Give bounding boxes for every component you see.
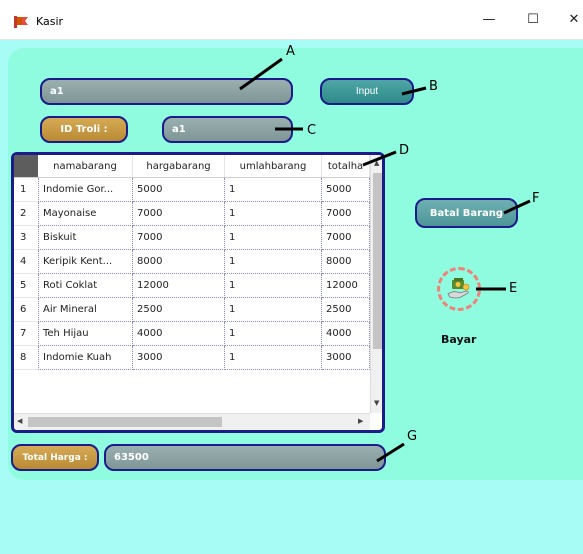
batal-barang-button[interactable]: Batal Barang xyxy=(415,198,518,228)
scroll-right-icon[interactable]: ▶ xyxy=(358,417,363,425)
table-row[interactable]: 6 Air Mineral 2500 1 2500 xyxy=(14,298,370,322)
table-cell[interactable]: 2500 xyxy=(322,298,370,322)
barang-input-field[interactable]: a1 xyxy=(40,78,293,105)
bayar-label: Bayar xyxy=(441,333,477,346)
row-number[interactable]: 6 xyxy=(14,298,38,322)
annotation-label-c: C xyxy=(307,123,317,138)
annotation-label-f: F xyxy=(532,191,540,206)
table-corner[interactable] xyxy=(14,155,38,177)
maximize-button[interactable]: ☐ xyxy=(518,10,548,30)
table-cell[interactable]: 3000 xyxy=(133,346,225,370)
bayar-button[interactable] xyxy=(437,267,481,311)
table-cell[interactable]: Indomie Kuah xyxy=(38,346,133,370)
table-cell[interactable]: 1 xyxy=(225,226,322,250)
table-cell[interactable]: Roti Coklat xyxy=(38,274,133,298)
annotation-label-g: G xyxy=(407,429,418,444)
annotation-label-a: A xyxy=(286,44,295,59)
row-number[interactable]: 7 xyxy=(14,322,38,346)
table-header: namabarang hargabarang umlahbarang total… xyxy=(14,155,370,178)
minimize-button[interactable]: — xyxy=(474,10,504,30)
row-number[interactable]: 2 xyxy=(14,202,38,226)
table-cell[interactable]: 7000 xyxy=(133,226,225,250)
table-cell[interactable]: Keripik Kent... xyxy=(38,250,133,274)
table-cell[interactable]: 4000 xyxy=(133,322,225,346)
table-cell[interactable]: 7000 xyxy=(322,226,370,250)
table-cell[interactable]: 2500 xyxy=(133,298,225,322)
close-button[interactable]: ✕ xyxy=(559,10,583,30)
input-button[interactable]: Input xyxy=(320,78,414,105)
table-cell[interactable]: Indomie Gor... xyxy=(38,178,133,202)
id-troli-field[interactable]: a1 xyxy=(162,116,293,143)
total-harga-value: 63500 xyxy=(114,452,149,463)
table-cell[interactable]: 1 xyxy=(225,298,322,322)
table-cell[interactable]: 4000 xyxy=(322,322,370,346)
table-row[interactable]: 4 Keripik Kent... 8000 1 8000 xyxy=(14,250,370,274)
table-cell[interactable]: 7000 xyxy=(133,202,225,226)
row-number[interactable]: 1 xyxy=(14,178,38,202)
table-cell[interactable]: 7000 xyxy=(322,202,370,226)
table-cell[interactable]: 8000 xyxy=(322,250,370,274)
row-number[interactable]: 4 xyxy=(14,250,38,274)
table-cell[interactable]: Teh Hijau xyxy=(38,322,133,346)
id-troli-label: ID Troli : xyxy=(40,116,128,143)
table-cell[interactable]: 1 xyxy=(225,322,322,346)
row-number[interactable]: 3 xyxy=(14,226,38,250)
total-harga-field: 63500 xyxy=(104,444,386,471)
window-title: Kasir xyxy=(36,15,64,28)
table-cell[interactable]: 1 xyxy=(225,178,322,202)
table-cell[interactable]: Air Mineral xyxy=(38,298,133,322)
total-harga-label: Total Harga : xyxy=(11,444,99,471)
table-body: 1 Indomie Gor... 5000 1 5000 2 Mayonaise 7000 1 7… xyxy=(14,178,370,370)
scroll-up-icon[interactable]: ▲ xyxy=(374,159,379,167)
vertical-scroll-thumb[interactable] xyxy=(373,173,382,349)
table-cell[interactable]: 5000 xyxy=(322,178,370,202)
table-row[interactable]: 2 Mayonaise 7000 1 7000 xyxy=(14,202,370,226)
column-header-hargabarang[interactable]: hargabarang xyxy=(133,155,225,177)
table-cell[interactable]: 3000 xyxy=(322,346,370,370)
vertical-scrollbar[interactable]: ▲ ▼ xyxy=(370,155,382,413)
barang-input-value: a1 xyxy=(50,86,64,97)
title-bar: Kasir — ☐ ✕ xyxy=(0,0,583,40)
row-number[interactable]: 8 xyxy=(14,346,38,370)
column-header-totalharga[interactable]: totalha xyxy=(322,155,370,177)
table-row[interactable]: 7 Teh Hijau 4000 1 4000 xyxy=(14,322,370,346)
annotation-label-b: B xyxy=(429,79,438,94)
horizontal-scroll-thumb[interactable] xyxy=(28,417,222,427)
table-row[interactable]: 3 Biskuit 7000 1 7000 xyxy=(14,226,370,250)
scroll-down-icon[interactable]: ▼ xyxy=(374,399,379,407)
table-row[interactable]: 1 Indomie Gor... 5000 1 5000 xyxy=(14,178,370,202)
table-row[interactable]: 5 Roti Coklat 12000 1 12000 xyxy=(14,274,370,298)
annotation-label-e: E xyxy=(509,281,518,296)
table-cell[interactable]: 12000 xyxy=(133,274,225,298)
table-row[interactable]: 8 Indomie Kuah 3000 1 3000 xyxy=(14,346,370,370)
flag-icon xyxy=(14,16,28,28)
money-hand-icon xyxy=(447,278,470,299)
horizontal-scrollbar[interactable]: ◀ ▶ xyxy=(14,413,370,430)
column-header-jumlahbarang[interactable]: umlahbarang xyxy=(225,155,322,177)
table-cell[interactable]: Biskuit xyxy=(38,226,133,250)
table-cell[interactable]: 1 xyxy=(225,274,322,298)
id-troli-value: a1 xyxy=(172,124,186,135)
table-cell[interactable]: 5000 xyxy=(133,178,225,202)
table-cell[interactable]: 1 xyxy=(225,202,322,226)
table-cell[interactable]: Mayonaise xyxy=(38,202,133,226)
annotation-label-d: D xyxy=(399,143,410,158)
column-header-namabarang[interactable]: namabarang xyxy=(38,155,133,177)
scroll-left-icon[interactable]: ◀ xyxy=(17,417,22,425)
table-cell[interactable]: 1 xyxy=(225,346,322,370)
cart-table[interactable]: namabarang hargabarang umlahbarang total… xyxy=(11,152,385,433)
row-number[interactable]: 5 xyxy=(14,274,38,298)
table-cell[interactable]: 12000 xyxy=(322,274,370,298)
table-cell[interactable]: 8000 xyxy=(133,250,225,274)
table-cell[interactable]: 1 xyxy=(225,250,322,274)
bottom-area xyxy=(0,480,583,554)
